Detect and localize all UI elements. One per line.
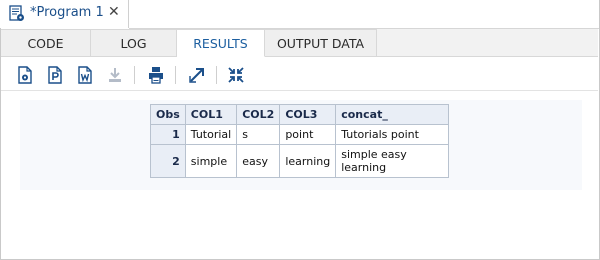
tab-output-data[interactable]: OUTPUT DATA (265, 29, 377, 56)
results-panel: Obs COL1 COL2 COL3 concat_ 1 Tutorial s … (20, 100, 582, 190)
collapse-icon[interactable] (227, 66, 245, 84)
toolbar-divider (216, 66, 217, 84)
column-header-col2: COL2 (236, 104, 281, 125)
table-cell: s (236, 124, 281, 145)
subtab-bar: CODE LOG RESULTS OUTPUT DATA (1, 29, 598, 57)
table-cell: easy (236, 144, 281, 178)
column-header-col3: COL3 (279, 104, 337, 125)
table-cell: simple (184, 144, 238, 178)
table-row: 2 simple easy learning simple easy learn… (150, 144, 450, 178)
results-table: Obs COL1 COL2 COL3 concat_ 1 Tutorial s … (150, 104, 450, 178)
table-cell: point (279, 124, 337, 145)
tab-log[interactable]: LOG (91, 29, 177, 56)
table-cell: 2 (150, 144, 186, 178)
tab-results[interactable]: RESULTS (177, 29, 265, 57)
download-word-icon[interactable] (76, 66, 94, 84)
results-toolbar (1, 57, 598, 91)
column-header-col1: COL1 (184, 104, 238, 125)
table-header-row: Obs COL1 COL2 COL3 concat_ (150, 104, 450, 125)
program-tab-title: *Program 1 (30, 5, 104, 20)
column-header-obs: Obs (150, 104, 186, 125)
column-header-concat: concat_ (335, 104, 450, 125)
download-html-icon[interactable] (16, 66, 34, 84)
tab-code[interactable]: CODE (1, 29, 91, 56)
table-cell: Tutorials point (335, 124, 450, 145)
table-cell: 1 (150, 124, 186, 145)
close-tab-icon[interactable]: ✕ (108, 4, 120, 20)
tab-strip-background (129, 0, 599, 29)
open-new-window-icon[interactable] (188, 66, 206, 84)
table-row: 1 Tutorial s point Tutorials point (150, 124, 450, 145)
toolbar-divider (134, 66, 135, 84)
download-pdf-icon[interactable] (46, 66, 64, 84)
table-cell: learning (279, 144, 337, 178)
table-cell: simple easy learning (335, 144, 450, 178)
save-icon-disabled (106, 66, 124, 84)
print-icon[interactable] (147, 66, 165, 84)
toolbar-divider (175, 66, 176, 84)
program-file-icon (9, 5, 25, 22)
table-cell: Tutorial (184, 124, 238, 145)
program-tab[interactable]: *Program 1 ✕ (0, 0, 129, 28)
